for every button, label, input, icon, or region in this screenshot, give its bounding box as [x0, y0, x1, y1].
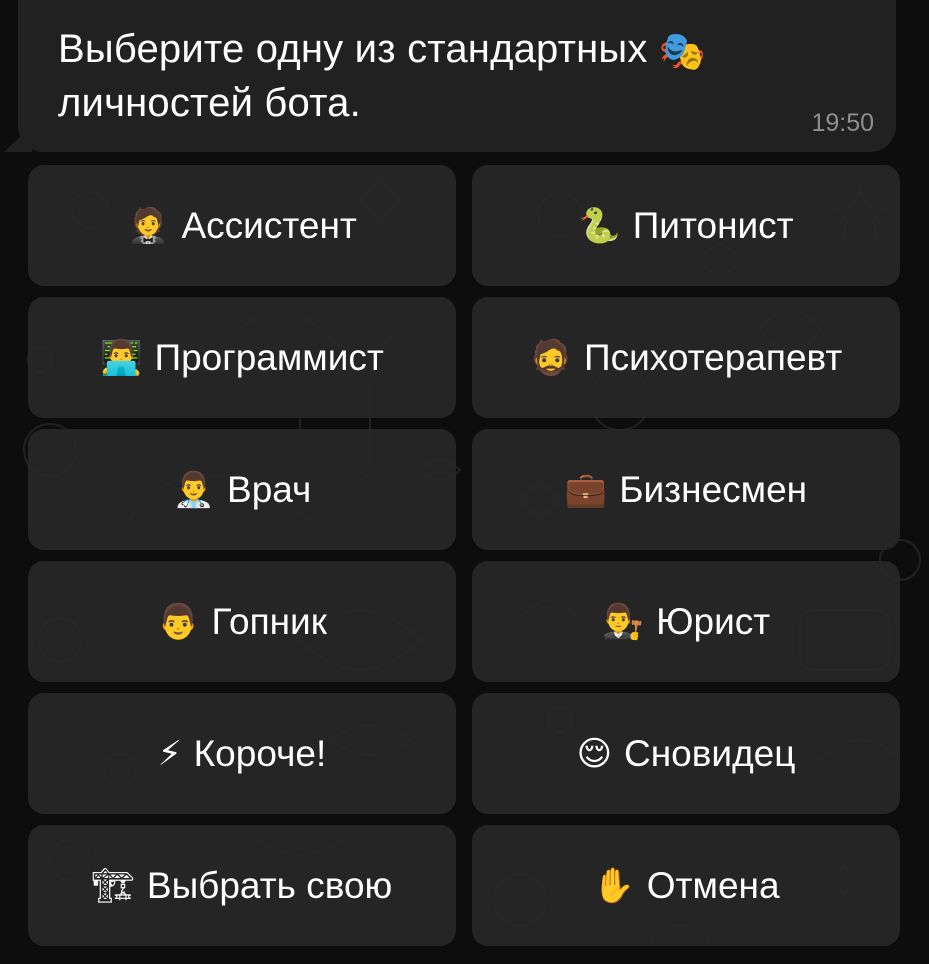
relieved-face-icon: 😌 — [576, 733, 613, 774]
judge-icon: 👨‍⚖️ — [601, 601, 645, 642]
button-programmer[interactable]: 👨‍💻 Программист — [28, 297, 456, 418]
button-label: Юрист — [656, 600, 771, 642]
button-gopnik[interactable]: 👨 Гопник — [28, 561, 456, 682]
technologist-icon: 👨‍💻 — [100, 337, 143, 378]
snake-icon: 🐍 — [578, 205, 621, 246]
button-label: Врач — [227, 468, 312, 510]
button-assistant[interactable]: 🤵 Ассистент — [28, 165, 456, 286]
button-label: Короче! — [193, 732, 327, 774]
bearded-person-icon: 🧔 — [529, 337, 573, 378]
theater-masks-icon: 🎭 — [658, 31, 707, 73]
raised-hand-icon: ✋ — [592, 865, 635, 906]
message-text-line1: Выберите одну из стандартных — [58, 27, 648, 71]
briefcase-icon: 💼 — [564, 469, 608, 510]
button-label: Психотерапевт — [584, 336, 843, 378]
health-worker-icon: 👨‍⚕️ — [172, 469, 216, 510]
button-doctor[interactable]: 👨‍⚕️ Врач — [28, 429, 456, 550]
button-label: Отмена — [646, 864, 780, 906]
button-label: Бизнесмен — [619, 468, 808, 510]
button-label: Ассистент — [181, 204, 357, 246]
button-label: Питонист — [632, 204, 794, 246]
button-label: Сновидец — [624, 732, 796, 774]
construction-crane-icon: 🏗 — [91, 865, 135, 906]
button-businessman[interactable]: 💼 Бизнесмен — [472, 429, 900, 550]
button-choose-own[interactable]: 🏗 Выбрать свою — [28, 825, 456, 946]
message-text-line2: личностей бота. — [58, 81, 361, 125]
button-cancel[interactable]: ✋ Отмена — [472, 825, 900, 946]
button-psychotherapist[interactable]: 🧔 Психотерапевт — [472, 297, 900, 418]
button-label: Выбрать свою — [146, 864, 393, 906]
button-label: Гопник — [211, 600, 327, 642]
button-pythonist[interactable]: 🐍 Питонист — [472, 165, 900, 286]
button-lawyer[interactable]: 👨‍⚖️ Юрист — [472, 561, 900, 682]
inline-keyboard: 🤵 Ассистент 🐍 Питонист 👨‍💻 Программист 🧔… — [28, 165, 900, 946]
man-face-icon: 👨 — [157, 601, 200, 642]
message-text: Выберите одну из стандартных 🎭 личностей… — [58, 22, 888, 130]
message-timestamp: 19:50 — [811, 109, 874, 137]
bot-message-bubble: Выберите одну из стандартных 🎭 личностей… — [18, 0, 896, 152]
button-short[interactable]: ⚡ Короче! — [28, 693, 456, 814]
lightning-icon: ⚡ — [157, 733, 182, 774]
button-dreamer[interactable]: 😌 Сновидец — [472, 693, 900, 814]
button-label: Программист — [154, 336, 384, 378]
person-in-tuxedo-icon: 🤵 — [127, 205, 170, 246]
